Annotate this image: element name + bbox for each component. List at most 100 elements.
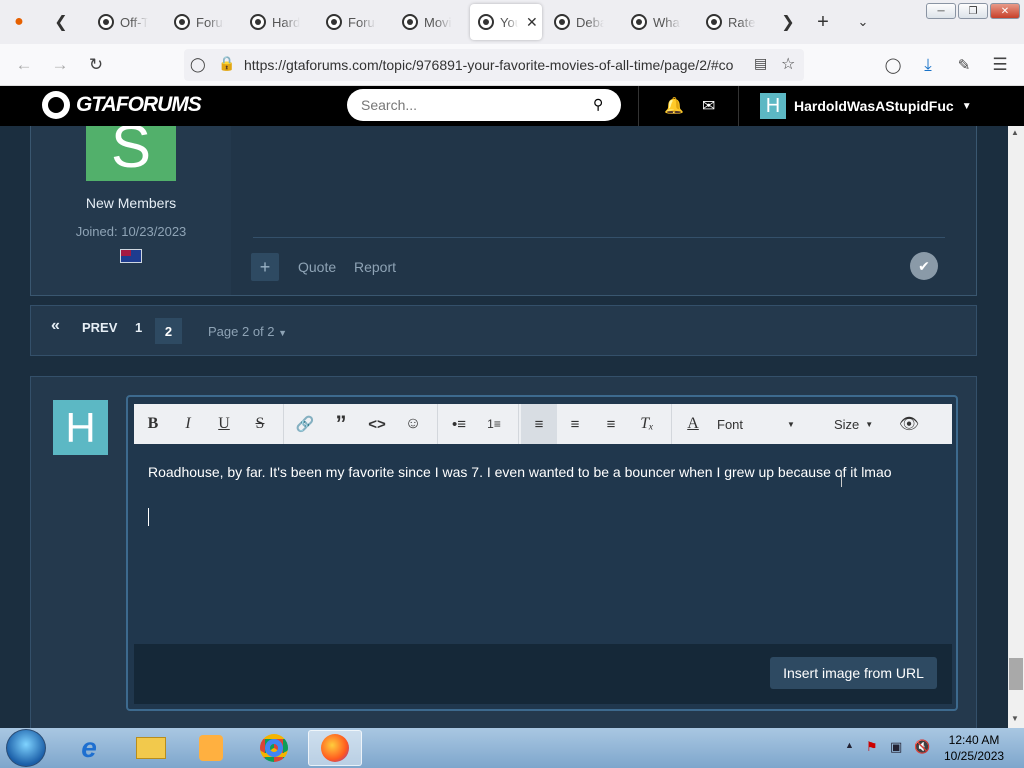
media-player-icon[interactable] [184,730,238,766]
tab-5[interactable]: Movie [388,4,462,40]
reply-user-avatar[interactable]: H [53,400,108,455]
scroll-down-icon[interactable]: ▼ [1011,714,1019,723]
browser-tab-strip: ● ❮ Off-To Forum Hardo Forum Movie You✕ … [0,0,1024,44]
insert-image-from-url-button[interactable]: Insert image from URL [770,657,937,689]
align-left-icon[interactable]: ≡ [521,404,557,444]
pagination: « PREV 1 2 Page 2 of 2 ▼ [30,305,977,356]
gtaforums-favicon-icon [402,14,418,30]
downloads-icon[interactable]: ⤓ [917,54,939,76]
tab-scroll-right-icon[interactable]: ❯ [775,9,801,35]
tab-label: Rate T [728,14,756,30]
reload-icon[interactable]: ↻ [85,54,107,76]
author-avatar[interactable]: S [86,126,176,181]
hamburger-menu-icon[interactable]: ☰ [989,54,1011,76]
tab-label: Off-To [120,14,148,30]
underline-button[interactable]: U [206,404,242,444]
multiquote-plus-button[interactable]: + [251,253,279,281]
close-window-icon[interactable]: ✕ [990,3,1020,19]
align-center-icon[interactable]: ≡ [557,404,593,444]
start-button-icon[interactable] [6,729,46,767]
messages-envelope-icon[interactable]: ✉ [702,96,715,116]
tab-scroll-left-icon[interactable]: ❮ [48,9,74,35]
preview-eye-icon[interactable]: 👁 [891,404,927,444]
text-color-icon[interactable]: A [675,404,711,444]
search-icon[interactable]: ⚲ [593,96,603,113]
bulleted-list-icon[interactable]: •≡ [441,404,477,444]
editor-content-area[interactable]: Roadhouse, by far. It's been my favorite… [134,444,952,644]
remove-format-icon[interactable]: Tₓ [629,404,665,444]
align-right-icon[interactable]: ≡ [593,404,629,444]
action-center-icon[interactable]: ⚑ [866,739,878,755]
numbered-list-icon[interactable]: 1≡ [476,404,512,444]
minimize-window-icon[interactable]: ─ [926,3,956,19]
url-bar[interactable]: ◯ 🔒 https://gtaforums.com/topic/976891-y… [184,49,804,81]
internet-explorer-icon[interactable]: e [62,730,116,766]
gtaforums-favicon-icon [554,14,570,30]
forward-arrow-icon[interactable]: → [49,54,71,76]
clock-date: 10/25/2023 [944,749,1005,763]
page-link-1[interactable]: 1 [135,320,142,335]
page-scrollbar[interactable]: ▲ ▼ [1008,126,1024,728]
australia-flag-icon [120,249,142,263]
gtaforums-logo[interactable]: GTAFORUMS [42,91,202,119]
firefox-menu-icon[interactable]: ● [6,9,32,35]
notifications-bell-icon[interactable]: 🔔 [664,96,684,116]
tab-label: Forum [196,14,224,30]
editor-text[interactable]: Roadhouse, by far. It's been my favorite… [148,464,892,480]
scrollbar-thumb[interactable] [1009,658,1023,690]
bookmark-star-icon[interactable]: ☆ [781,54,795,74]
search-input[interactable] [361,95,581,115]
tab-4[interactable]: Forum [312,4,386,40]
url-text[interactable]: https://gtaforums.com/topic/976891-your-… [244,57,733,73]
page-link-2-current[interactable]: 2 [155,318,182,344]
system-clock[interactable]: 12:40 AM 10/25/2023 [944,732,1004,764]
thumbs-up-react-icon[interactable]: ✔ [910,252,938,280]
clock-time: 12:40 AM [948,733,1000,747]
page-content: S New Members Joined: 10/23/2023 + Quote… [0,126,1008,728]
gtaforums-favicon-icon [250,14,266,30]
tab-2[interactable]: Forum [160,4,234,40]
lock-icon[interactable]: 🔒 [218,55,235,72]
font-dropdown[interactable]: Font ▼ [717,404,807,444]
restore-window-icon[interactable]: ❐ [958,3,988,19]
volume-muted-icon[interactable]: 🔇 [914,739,930,755]
tab-3[interactable]: Hardo [236,4,310,40]
editor-toolbar: B I U S 🔗 ” <> ☺ •≡ 1≡ ≡ ≡ ≡ Tₓ A Font ▼ [134,404,952,444]
reader-view-icon[interactable]: ▤ [754,55,767,72]
new-tab-icon[interactable]: + [810,9,836,35]
quote-link[interactable]: Quote [298,259,336,275]
emoji-icon[interactable]: ☺ [395,404,431,444]
italic-button[interactable]: I [170,404,206,444]
prev-page-link[interactable]: PREV [82,320,117,335]
first-page-link[interactable]: « [51,317,60,335]
pocket-icon[interactable]: ◯ [882,54,904,76]
tab-9[interactable]: Rate T [692,4,766,40]
strikethrough-button[interactable]: S [242,404,278,444]
network-icon[interactable]: ▣ [890,739,902,755]
size-dropdown[interactable]: Size ▼ [834,404,884,444]
post-author-panel: S New Members Joined: 10/23/2023 [31,126,231,295]
code-icon[interactable]: <> [359,404,395,444]
tab-7[interactable]: Debat [540,4,614,40]
back-arrow-icon[interactable]: ← [13,54,35,76]
gtaforums-favicon-icon [174,14,190,30]
bold-button[interactable]: B [135,404,171,444]
caret-down-icon: ▼ [278,328,288,338]
user-menu[interactable]: H HardoldWasAStupidFuc ▼ [760,93,972,119]
list-all-tabs-icon[interactable]: ⌄ [850,9,876,35]
extensions-icon[interactable]: ✎ [953,54,975,76]
tab-1[interactable]: Off-To [84,4,158,40]
show-hidden-icons-icon[interactable]: ▲ [845,740,854,750]
link-icon[interactable]: 🔗 [287,404,323,444]
file-explorer-icon[interactable] [124,730,178,766]
report-link[interactable]: Report [354,259,396,275]
tab-8[interactable]: What [617,4,691,40]
chrome-icon[interactable] [247,730,301,766]
scroll-up-icon[interactable]: ▲ [1011,128,1019,137]
shield-icon[interactable]: ◯ [190,56,206,73]
quote-icon[interactable]: ” [323,404,359,444]
close-tab-icon[interactable]: ✕ [526,14,538,31]
tab-active[interactable]: You ✕ [470,4,542,40]
firefox-taskbar-icon[interactable] [308,730,362,766]
page-jump-dropdown[interactable]: Page 2 of 2 ▼ [208,324,287,339]
